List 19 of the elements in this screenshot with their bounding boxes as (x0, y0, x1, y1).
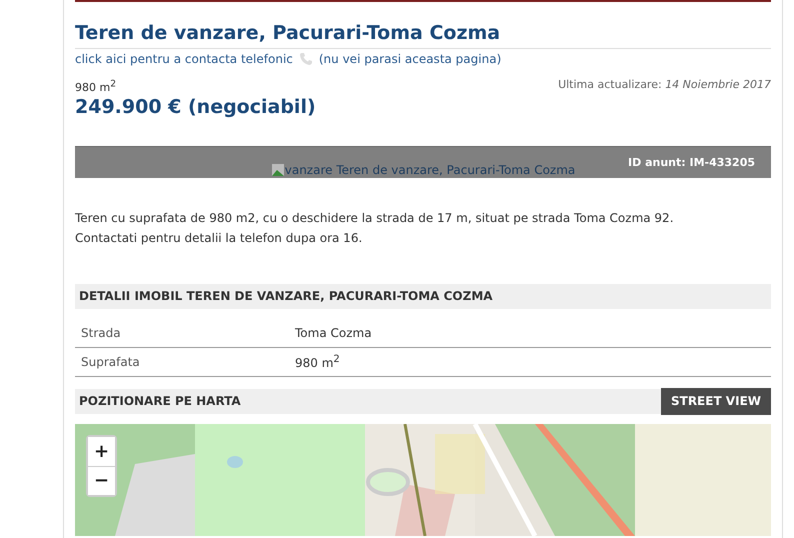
zoom-out-button[interactable]: − (88, 466, 115, 495)
detail-value: Toma Cozma (295, 326, 372, 340)
image-alt-text: vanzare Teren de vanzare, Pacurari-Toma Cozma (284, 162, 576, 177)
detail-label: Suprafata (80, 354, 141, 369)
listing-id: ID anunt: IM-433205 (628, 156, 755, 169)
listing-title: Teren de vanzare, Pacurari-Toma Cozma (75, 22, 771, 49)
contact-note: (nu vei parasi aceasta pagina) (318, 52, 502, 66)
street-view-button[interactable]: STREET VIEW (660, 388, 771, 415)
description: Teren cu suprafata de 980 m2, cu o deschidere la strada de 17 m, situat pe strada Toma Cozma 92. Contactati pentru detalii la telefon dupa ora 16. (75, 210, 675, 247)
broken-image-icon (270, 162, 285, 177)
map-heading: POZITIONARE PE HARTA (78, 394, 241, 408)
last-updated: Ultima actualizare: 14 Noiembrie 2017 (558, 78, 771, 93)
details-heading: DETALII IMOBIL TEREN DE VANZARE, PACURARI-TOMA COZMA (78, 289, 493, 304)
detail-label: Strada (80, 326, 122, 340)
phone-icon (298, 52, 313, 66)
price: 249.900 € (negociabil) (75, 96, 316, 118)
detail-value: 980 m$^{2}$ (295, 356, 340, 370)
contact-link[interactable]: click aici pentru a contacta telefonic (75, 52, 293, 66)
area-text: 980 m$^{2}$ (75, 80, 116, 94)
